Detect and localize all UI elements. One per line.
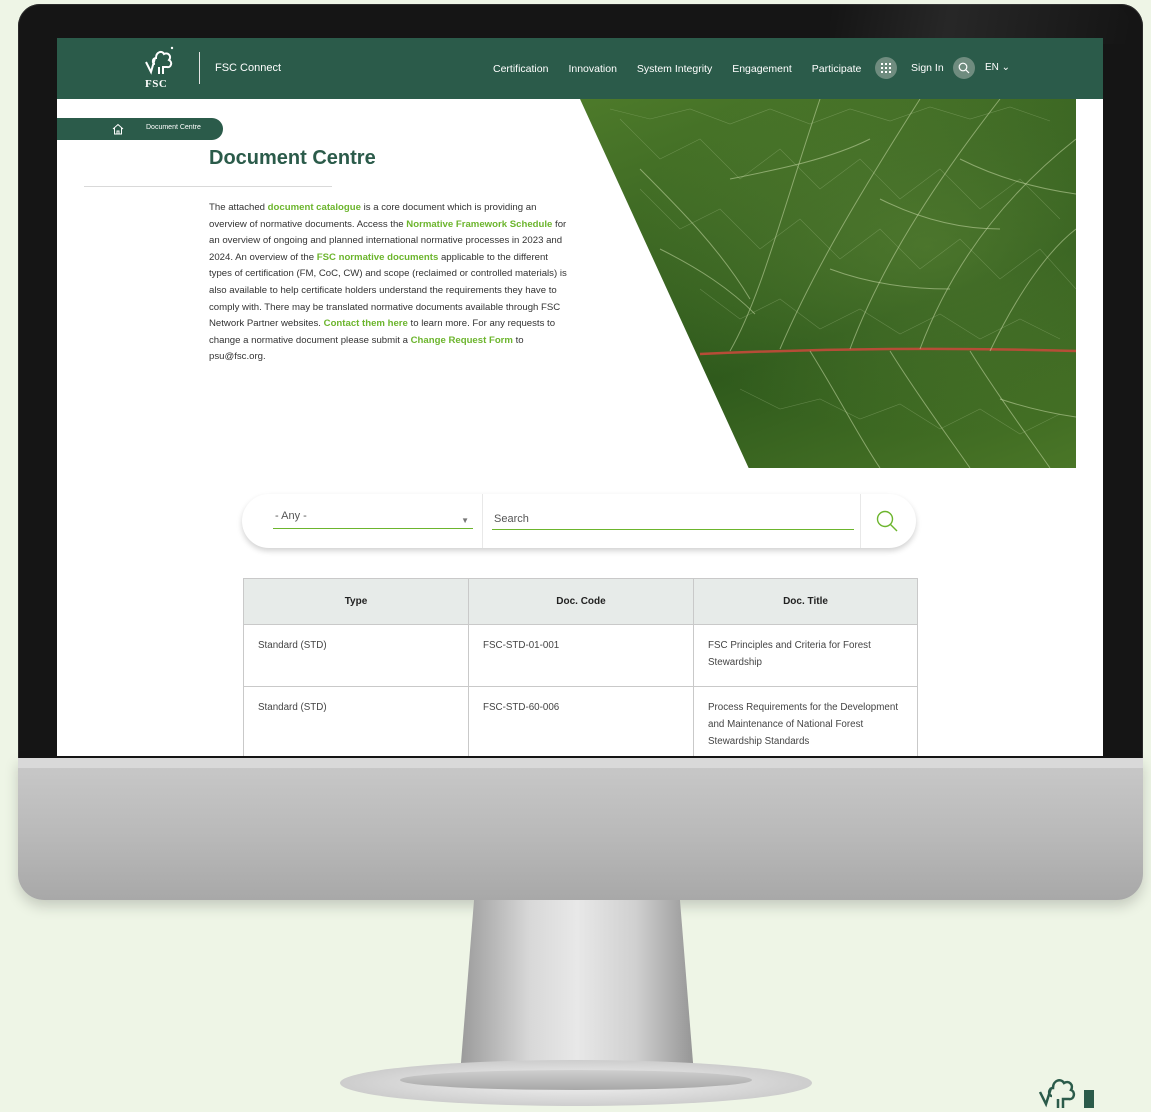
- apps-grid-icon: [881, 63, 891, 73]
- breadcrumb: Document Centre: [57, 118, 223, 140]
- cell-doc-code: FSC-STD-01-001: [468, 624, 694, 687]
- main-nav: Certification Innovation System Integrit…: [493, 62, 881, 76]
- column-header-type[interactable]: Type: [243, 578, 469, 625]
- type-filter-select[interactable]: - Any - ▼: [273, 508, 473, 529]
- cell-doc-code: FSC-STD-60-006: [468, 686, 694, 756]
- type-filter-value: - Any -: [275, 510, 307, 522]
- column-header-doc-code[interactable]: Doc. Code: [468, 578, 694, 625]
- cell-type: Standard (STD): [243, 624, 469, 687]
- language-selector[interactable]: EN ⌄: [985, 62, 1010, 73]
- header-divider: [199, 52, 200, 84]
- intro-paragraph: The attached document catalogue is a cor…: [209, 200, 569, 366]
- change-request-form-link[interactable]: Change Request Form: [411, 335, 513, 346]
- search-divider-2: [860, 494, 861, 548]
- leaf-hero-image: [580, 99, 1076, 468]
- search-divider: [482, 494, 483, 548]
- monitor-stand-base-inner: [400, 1070, 752, 1090]
- nav-item-system-integrity[interactable]: System Integrity: [637, 63, 712, 75]
- search-input[interactable]: [492, 508, 854, 530]
- table-row[interactable]: Standard (STD) FSC-STD-60-006 Process Re…: [243, 686, 918, 756]
- header-search-button[interactable]: [953, 57, 975, 79]
- title-divider: [84, 186, 332, 187]
- brand-name[interactable]: FSC Connect: [215, 62, 281, 74]
- nav-item-certification[interactable]: Certification: [493, 63, 548, 75]
- breadcrumb-current: Document Centre: [146, 124, 201, 131]
- leaf-veins: [609, 99, 1076, 468]
- apps-grid-button[interactable]: [875, 57, 897, 79]
- table-row[interactable]: Standard (STD) FSC-STD-01-001 FSC Princi…: [243, 624, 918, 687]
- table-header-row: Type Doc. Code Doc. Title: [243, 578, 918, 625]
- documents-table: Type Doc. Code Doc. Title Standard (STD)…: [243, 578, 918, 756]
- cell-type: Standard (STD): [243, 686, 469, 756]
- intro-text-1: The attached: [209, 202, 268, 213]
- document-catalogue-link[interactable]: document catalogue: [268, 202, 361, 213]
- monitor-chin: [18, 758, 1143, 900]
- home-icon[interactable]: [111, 122, 125, 136]
- nav-item-participate[interactable]: Participate: [812, 63, 862, 75]
- sign-in-link[interactable]: Sign In: [911, 62, 944, 74]
- contact-them-here-link[interactable]: Contact them here: [324, 318, 408, 329]
- document-search-bar: - Any - ▼: [242, 494, 916, 548]
- search-icon: [958, 62, 970, 74]
- chevron-down-icon: ▼: [461, 516, 469, 525]
- monitor-chin-edge: [18, 758, 1143, 768]
- page-title: Document Centre: [209, 147, 376, 169]
- monitor-stand-neck: [460, 900, 694, 1075]
- normative-framework-schedule-link[interactable]: Normative Framework Schedule: [406, 219, 552, 230]
- search-submit-icon[interactable]: [875, 509, 899, 533]
- cell-doc-title[interactable]: FSC Principles and Criteria for Forest S…: [693, 624, 918, 687]
- fsc-logo[interactable]: FSC: [143, 44, 175, 92]
- website-screen: FSC FSC Connect Certification Innovation…: [57, 38, 1103, 756]
- nav-item-innovation[interactable]: Innovation: [568, 63, 616, 75]
- column-header-doc-title[interactable]: Doc. Title: [693, 578, 918, 625]
- cell-doc-title[interactable]: Process Requirements for the Development…: [693, 686, 918, 756]
- logo-wordmark: FSC: [145, 78, 168, 90]
- site-header: FSC FSC Connect Certification Innovation…: [57, 38, 1103, 99]
- fsc-tree-logo-icon: [145, 46, 174, 75]
- fsc-corner-logo-icon: [1038, 1079, 1094, 1108]
- fsc-normative-documents-link[interactable]: FSC normative documents: [317, 252, 439, 263]
- nav-item-engagement[interactable]: Engagement: [732, 63, 792, 75]
